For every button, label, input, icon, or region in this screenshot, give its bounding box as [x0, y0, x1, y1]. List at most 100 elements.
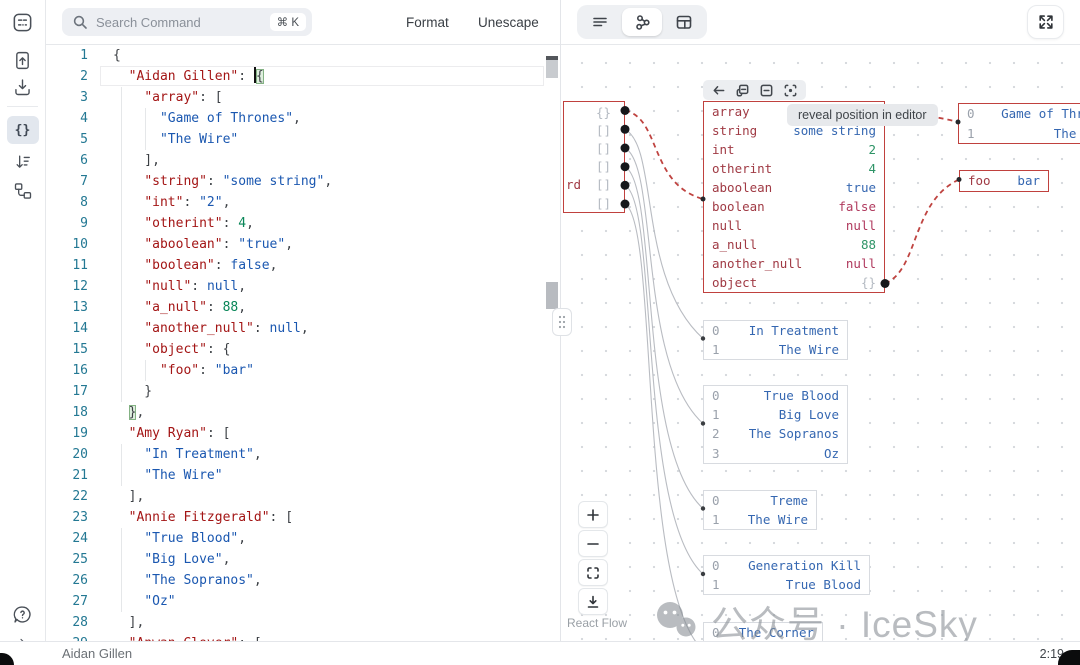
tooltip: reveal position in editor — [787, 104, 938, 126]
array-item-value: The Wire — [728, 512, 808, 527]
download-image-button[interactable] — [578, 588, 608, 615]
editor-line[interactable]: 24 "True Blood", — [46, 528, 560, 549]
editor-scrollbar-thumb[interactable] — [546, 60, 558, 78]
editor-line[interactable]: 19 "Amy Ryan": [ — [46, 423, 560, 444]
node-row: 1The Wire — [704, 340, 847, 359]
flow-view-icon[interactable] — [7, 177, 39, 205]
editor-line[interactable]: 16 "foo": "bar" — [46, 360, 560, 381]
editor-line[interactable]: 21 "The Wire" — [46, 465, 560, 486]
editor-line[interactable]: 5 "The Wire" — [46, 129, 560, 150]
array-item-value: Generation Kill — [728, 558, 861, 573]
import-file-icon[interactable] — [7, 46, 39, 74]
graph-node-array-genkill[interactable]: 0Generation Kill1True Blood — [703, 555, 870, 595]
array-item-value: Treme — [728, 493, 808, 508]
node-value: {} — [861, 275, 876, 290]
editor-line[interactable]: 7 "string": "some string", — [46, 171, 560, 192]
editor-line[interactable]: 10 "aboolean": "true", — [46, 234, 560, 255]
help-icon[interactable] — [7, 600, 39, 628]
node-key: string — [712, 123, 757, 138]
search-icon — [72, 14, 88, 30]
editor-line[interactable]: 17 } — [46, 381, 560, 402]
download-icon[interactable] — [7, 73, 39, 101]
graph-node-aidan-gillen-object[interactable]: array[]stringsome stringint2otherint4abo… — [703, 101, 885, 293]
editor-line[interactable]: 20 "In Treatment", — [46, 444, 560, 465]
editor-line[interactable]: 4 "Game of Thrones", — [46, 108, 560, 129]
search-command-input[interactable]: Search Command ⌘ K — [62, 8, 312, 36]
copy-collapse-icon[interactable] — [735, 83, 750, 98]
zoom-out-button[interactable] — [578, 530, 608, 557]
collapse-node-icon[interactable] — [759, 83, 774, 98]
line-code: "boolean": false, — [113, 255, 277, 276]
zoom-in-button[interactable] — [578, 501, 608, 528]
graph-node-root[interactable]: {}[][][]rd[][] — [563, 101, 625, 213]
node-key: foo — [968, 173, 991, 188]
node-value: 88 — [861, 237, 876, 252]
sort-icon[interactable] — [7, 148, 39, 176]
list-view-button[interactable] — [580, 8, 620, 36]
edge — [625, 185, 703, 574]
edge — [625, 129, 703, 338]
array-item-value: True Blood — [728, 577, 861, 592]
graph-toolbar — [561, 0, 1080, 45]
node-key: boolean — [712, 199, 765, 214]
node-value: 2 — [868, 142, 876, 157]
editor-line[interactable]: 1{ — [46, 45, 560, 66]
editor-line[interactable]: 29 "Anwan Glover": [ — [46, 633, 560, 641]
editor-line[interactable]: 26 "The Sopranos", — [46, 570, 560, 591]
table-view-button[interactable] — [664, 8, 704, 36]
selection-path: Aidan Gillen — [62, 646, 132, 661]
back-arrow-icon[interactable] — [711, 83, 726, 98]
graph-node-foo-object[interactable]: foobar — [959, 170, 1049, 192]
editor-line[interactable]: 9 "otherint": 4, — [46, 213, 560, 234]
editor-line[interactable]: 28 ], — [46, 612, 560, 633]
node-type-glyph: [] — [596, 196, 611, 211]
graph-canvas[interactable]: {}[][][]rd[][] array[]stringsome stringin… — [561, 44, 1080, 641]
editor-line[interactable]: 27 "Oz" — [46, 591, 560, 612]
panel-resize-handle[interactable] — [552, 308, 572, 336]
graph-node-array-treme[interactable]: 0Treme1The Wire — [703, 490, 817, 530]
editor-line[interactable]: 14 "another_null": null, — [46, 318, 560, 339]
editor-line[interactable]: 8 "int": "2", — [46, 192, 560, 213]
unescape-button[interactable]: Unescape — [478, 0, 539, 44]
editor-line[interactable]: 25 "Big Love", — [46, 549, 560, 570]
editor-line[interactable]: 11 "boolean": false, — [46, 255, 560, 276]
array-item-value: The Corner — [728, 625, 814, 640]
graph-node-array-amy[interactable]: 0In Treatment1The Wire — [703, 320, 848, 360]
line-number: 26 — [46, 570, 88, 591]
line-number: 16 — [46, 360, 88, 381]
editor-line[interactable]: 6 ], — [46, 150, 560, 171]
editor-line[interactable]: 3 "array": [ — [46, 87, 560, 108]
json-editor-view-icon[interactable]: {} — [7, 116, 39, 144]
node-row: object{} — [704, 273, 884, 292]
graph-node-array-annie[interactable]: 0True Blood1Big Love2The Sopranos3Oz — [703, 385, 848, 464]
node-row: 0In Treatment — [704, 321, 847, 340]
fit-view-button[interactable] — [578, 559, 608, 586]
graph-node-array-got[interactable]: 0Game of Thrones1The Wire — [958, 103, 1080, 144]
line-number: 1 — [46, 45, 88, 66]
fullscreen-button[interactable] — [1027, 5, 1064, 39]
graph-view-button[interactable] — [622, 8, 662, 36]
line-number: 6 — [46, 150, 88, 171]
editor-line[interactable]: 12 "null": null, — [46, 276, 560, 297]
graph-node-array-corner[interactable]: 0The Corner — [703, 622, 823, 641]
node-row: abooleantrue — [704, 178, 884, 197]
node-row: 1Big Love — [704, 405, 847, 424]
editor-header: Search Command ⌘ K Format Unescape — [46, 0, 560, 45]
json-code-editor[interactable]: 1{2 "Aidan Gillen": {3 "array": [4 "Game… — [46, 44, 560, 641]
app-logo-icon[interactable] — [7, 8, 39, 36]
line-code: "In Treatment", — [113, 444, 262, 465]
editor-line[interactable]: 13 "a_null": 88, — [46, 297, 560, 318]
line-code: "True Blood", — [113, 528, 246, 549]
zoom-controls — [578, 501, 608, 617]
focus-node-icon[interactable] — [783, 83, 798, 98]
editor-line[interactable]: 22 ], — [46, 486, 560, 507]
array-index: 1 — [712, 512, 728, 527]
array-index: 0 — [712, 388, 728, 403]
editor-line[interactable]: 23 "Annie Fitzgerald": [ — [46, 507, 560, 528]
editor-line[interactable]: 15 "object": { — [46, 339, 560, 360]
line-number: 5 — [46, 129, 88, 150]
format-button[interactable]: Format — [406, 0, 449, 44]
editor-line[interactable]: 18 }, — [46, 402, 560, 423]
node-row: 3Oz — [704, 444, 847, 463]
editor-line[interactable]: 2 "Aidan Gillen": { — [46, 66, 560, 87]
